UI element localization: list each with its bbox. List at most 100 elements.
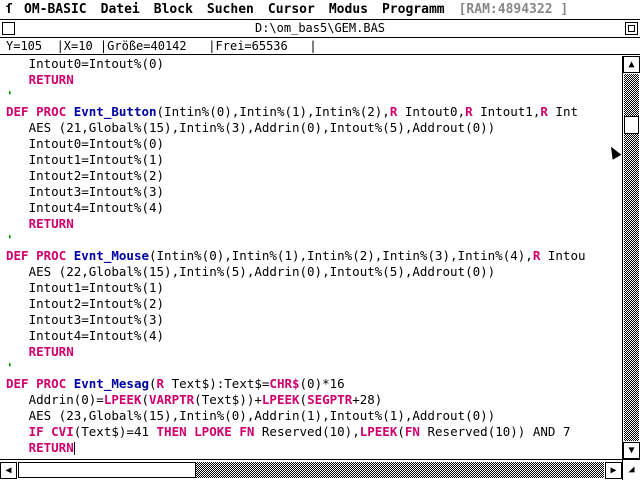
code-token: Intout2=Intout%(2) xyxy=(6,296,165,311)
code-line[interactable]: Addrin(0)=LPEEK(VARPTR(Text$))+LPEEK(SEG… xyxy=(6,392,383,408)
fuller-icon[interactable] xyxy=(625,22,638,35)
menu-om-basic[interactable]: OM-BASIC xyxy=(18,2,95,17)
menu-bar: ſ OM-BASIC Datei Block Suchen Cursor Mod… xyxy=(0,0,640,20)
code-token: +28) xyxy=(352,392,383,407)
code-token: AES (21,Global%(15),Intin%(3),Addrin(0),… xyxy=(6,120,496,135)
ram-indicator: [RAM:4894322 ] xyxy=(458,2,569,17)
scroll-left-icon[interactable]: ◀ xyxy=(0,462,17,479)
code-line[interactable]: Intout2=Intout%(2) xyxy=(6,168,164,184)
code-token: Intout1, xyxy=(472,104,541,119)
code-line[interactable]: AES (21,Global%(15),Intin%(3),Addrin(0),… xyxy=(6,120,496,136)
code-token: Intout3=Intout%(3) xyxy=(6,184,165,199)
horizontal-scrollbar[interactable]: ◀ ▶ xyxy=(0,459,622,480)
keyword-token: RETURN xyxy=(28,216,74,231)
code-token: (Intin%(0),Intin%(1),Intin%(2),Intin%(3)… xyxy=(149,248,533,263)
menu-cursor[interactable]: Cursor xyxy=(262,2,323,17)
code-token: Intout0=Intout%(0) xyxy=(6,56,165,71)
code-line[interactable]: Intout3=Intout%(3) xyxy=(6,312,164,328)
code-line[interactable]: Intout2=Intout%(2) xyxy=(6,296,164,312)
code-token: Int xyxy=(547,104,578,119)
keyword-token: SEGPTR xyxy=(307,392,353,407)
code-line[interactable]: RETURN xyxy=(6,72,74,88)
code-token: (Intin%(0),Intin%(1),Intin%(2), xyxy=(156,104,390,119)
code-line[interactable]: ' xyxy=(6,88,14,104)
code-token: ( xyxy=(299,392,308,407)
code-line[interactable]: RETURN xyxy=(6,216,74,232)
status-line: Y=105 |X=10 |Größe=40142 |Frei=65536 | xyxy=(0,38,640,55)
code-token: Intout4=Intout%(4) xyxy=(6,328,165,343)
code-token: Intou xyxy=(540,248,586,263)
code-token: Intout2=Intout%(2) xyxy=(6,168,165,183)
keyword-token: VARPTR xyxy=(149,392,195,407)
code-token: (0)*16 xyxy=(299,376,345,391)
keyword-token: R xyxy=(540,104,548,119)
code-token: (Text$))+ xyxy=(194,392,262,407)
code-line[interactable]: ' xyxy=(6,232,14,248)
keyword-token: LPEEK xyxy=(103,392,142,407)
menu-datei[interactable]: Datei xyxy=(95,2,148,17)
vertical-scrollbar[interactable]: ▲ ▼ xyxy=(622,56,640,459)
code-token: ( xyxy=(141,392,150,407)
code-line[interactable]: AES (23,Global%(15),Intin%(0),Addrin(1),… xyxy=(6,408,496,424)
code-token: Text$):Text$= xyxy=(164,376,270,391)
keyword-token: IF CVI xyxy=(28,424,74,439)
menu-modus[interactable]: Modus xyxy=(323,2,376,17)
code-line[interactable]: ' xyxy=(6,360,14,376)
code-line[interactable]: DEF PROC Evnt_Button(Intin%(0),Intin%(1)… xyxy=(6,104,578,120)
code-line[interactable]: Intout4=Intout%(4) xyxy=(6,200,164,216)
code-line[interactable]: Intout4=Intout%(4) xyxy=(6,328,164,344)
code-token: Intout3=Intout%(3) xyxy=(6,312,165,327)
comment-token: ' xyxy=(6,232,14,247)
text-cursor xyxy=(73,442,75,455)
code-line[interactable]: DEF PROC Evnt_Mouse(Intin%(0),Intin%(1),… xyxy=(6,248,586,264)
code-token: (Text$)=41 xyxy=(73,424,157,439)
code-line[interactable]: RETURN xyxy=(6,440,75,456)
scroll-down-icon[interactable]: ▼ xyxy=(623,442,640,459)
keyword-token: DEF PROC xyxy=(6,376,74,391)
keyword-token: FN xyxy=(404,424,420,439)
code-token: Intout1=Intout%(1) xyxy=(6,280,165,295)
code-line[interactable]: Intout0=Intout%(0) xyxy=(6,136,164,152)
code-line[interactable]: RETURN xyxy=(6,344,74,360)
code-editor[interactable]: Intout0=Intout%(0) RETURN ' DEF PROC Evnt_… xyxy=(0,56,618,459)
code-line[interactable]: Intout3=Intout%(3) xyxy=(6,184,164,200)
proc-name-token: Evnt_Mouse xyxy=(73,248,149,263)
code-token: AES (22,Global%(15),Intin%(5),Addrin(0),… xyxy=(6,264,496,279)
keyword-token: CHR$ xyxy=(269,376,300,391)
close-icon[interactable] xyxy=(2,22,15,35)
menu-programm[interactable]: Programm xyxy=(376,2,453,17)
scroll-right-icon[interactable]: ▶ xyxy=(605,462,622,479)
code-line[interactable]: AES (22,Global%(15),Intin%(5),Addrin(0),… xyxy=(6,264,496,280)
horizontal-scroll-thumb[interactable] xyxy=(18,462,196,478)
code-line[interactable]: Intout0=Intout%(0) xyxy=(6,56,164,72)
menu-suchen[interactable]: Suchen xyxy=(201,2,262,17)
keyword-token: LPEEK xyxy=(359,424,398,439)
menu-block[interactable]: Block xyxy=(148,2,201,17)
keyword-token: LPEEK xyxy=(261,392,300,407)
code-line[interactable]: IF CVI(Text$)=41 THEN LPOKE FN Reserved(… xyxy=(6,424,571,440)
code-line[interactable]: DEF PROC Evnt_Mesag(R Text$):Text$=CHR$(… xyxy=(6,376,345,392)
window-titlebar[interactable]: D:\om_bas5\GEM.BAS xyxy=(0,20,640,38)
code-token: Intout1=Intout%(1) xyxy=(6,152,165,167)
vertical-scroll-thumb[interactable] xyxy=(624,115,639,134)
proc-name-token: Evnt_Button xyxy=(73,104,157,119)
editor-window: D:\om_bas5\GEM.BAS Y=105 |X=10 |Größe=40… xyxy=(0,20,640,480)
code-token: Reserved(10), xyxy=(254,424,360,439)
keyword-token: DEF PROC xyxy=(6,248,74,263)
keyword-token: R xyxy=(465,104,473,119)
code-token: Intout0=Intout%(0) xyxy=(6,136,165,151)
code-line[interactable]: Intout1=Intout%(1) xyxy=(6,280,164,296)
code-token: Addrin(0)= xyxy=(6,392,104,407)
code-token: Intout4=Intout%(4) xyxy=(6,200,165,215)
desk-menu-icon[interactable]: ſ xyxy=(0,2,18,17)
scroll-up-icon[interactable]: ▲ xyxy=(623,56,640,73)
code-line[interactable]: Intout1=Intout%(1) xyxy=(6,152,164,168)
window-title: D:\om_bas5\GEM.BAS xyxy=(254,21,386,35)
keyword-token: RETURN xyxy=(28,72,74,87)
resize-icon[interactable]: ◢ xyxy=(622,459,640,480)
proc-name-token: Evnt_Mesag xyxy=(73,376,149,391)
code-token: ( xyxy=(397,424,405,439)
